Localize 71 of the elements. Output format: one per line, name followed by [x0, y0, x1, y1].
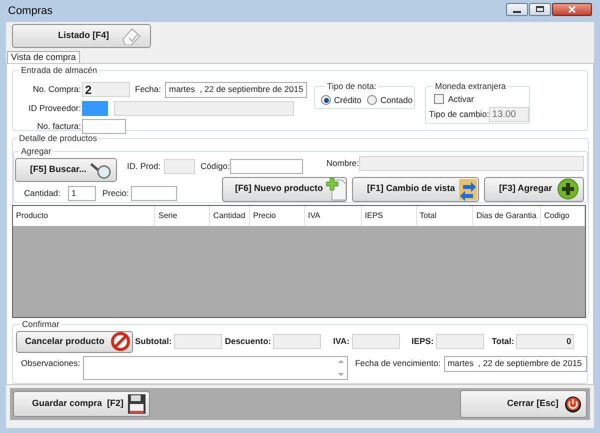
column-header[interactable]: Serie: [155, 206, 210, 226]
field-label: Tipo de cambio:: [429, 108, 490, 122]
close-form-button[interactable]: Cerrar [Esc]: [460, 390, 587, 418]
input-field[interactable]: [82, 118, 126, 134]
field-label: Fecha de vencimiento:: [355, 356, 441, 370]
checkbox[interactable]: [434, 94, 444, 104]
field-label: Observaciones:: [21, 356, 80, 370]
cancel-product-button[interactable]: Cancelar producto: [16, 330, 133, 353]
radio-option[interactable]: Contado: [367, 94, 413, 106]
column-header[interactable]: Producto: [13, 206, 156, 226]
radio-button[interactable]: [321, 95, 331, 106]
group-title: Agregar: [20, 144, 52, 158]
folder-arrows-icon: [458, 177, 478, 201]
total-label: Subtotal:: [135, 335, 172, 348]
column-header[interactable]: IVA: [304, 206, 362, 226]
add-button[interactable]: [F3] Agregar: [484, 176, 584, 202]
maximize-button[interactable]: [529, 2, 551, 16]
power-icon: [564, 395, 582, 413]
field-label: Activar: [448, 92, 474, 106]
amount-field: [273, 334, 322, 350]
clipboard-check-icon: [120, 27, 142, 45]
amount-field: [174, 334, 222, 350]
date-picker[interactable]: martes , 22 de septiembre de 2015: [444, 356, 587, 372]
input-field[interactable]: [230, 158, 303, 174]
field-label: No. factura:: [36, 120, 81, 133]
group-title: Tipo de nota:: [326, 80, 378, 92]
field-label: Precio:: [102, 186, 129, 200]
group-title: Moneda extranjera: [434, 80, 507, 92]
field-label: Cantidad:: [24, 186, 60, 200]
column-header[interactable]: IEPS: [362, 206, 417, 226]
total-label: Total:: [492, 335, 514, 348]
group-title: Detalle de productos: [18, 132, 98, 145]
document-plus-icon: [326, 177, 348, 201]
column-header[interactable]: Codigo: [541, 206, 585, 226]
amount-field: [352, 334, 400, 350]
save-button[interactable]: Guardar compra [F2]: [13, 391, 150, 417]
input-field[interactable]: [130, 186, 177, 200]
column-header[interactable]: Precio: [250, 206, 305, 226]
column-header[interactable]: Total: [416, 206, 474, 226]
plus-circle-icon: [557, 178, 579, 200]
search-button[interactable]: [F5] Buscar...: [15, 158, 117, 182]
radio-button[interactable]: [367, 95, 378, 106]
list-button[interactable]: Listado [F4]: [12, 24, 151, 48]
field-label: Fecha:: [135, 83, 162, 96]
group-title: Entrada de almacén: [20, 64, 98, 77]
close-button[interactable]: [552, 2, 592, 16]
column-header[interactable]: Dias de Garantia: [473, 206, 542, 226]
radio-option[interactable]: Crédito: [321, 94, 362, 106]
amount-field: [436, 334, 484, 350]
field-label: ID. Prod:: [127, 160, 161, 172]
prohibited-icon: [111, 332, 130, 352]
column-header[interactable]: Cantidad: [210, 206, 250, 226]
close-icon: [568, 6, 576, 12]
input-field[interactable]: [82, 100, 108, 116]
total-label: IEPS:: [412, 335, 434, 348]
window-title: Compras: [8, 4, 53, 19]
total-label: Descuento:: [224, 335, 272, 348]
new-product-button[interactable]: [F6] Nuevo producto: [222, 176, 347, 202]
tab[interactable]: Vista de compra: [7, 51, 80, 63]
notes-field[interactable]: [83, 356, 348, 380]
input-field[interactable]: 1: [68, 186, 96, 200]
group-title: Confirmar: [21, 318, 60, 331]
total-label: IVA:: [333, 335, 350, 348]
field-label: No. Compra:: [32, 83, 81, 96]
date-picker[interactable]: martes , 22 de septiembre de 2015: [165, 82, 307, 98]
amount-field: 0: [516, 334, 574, 350]
change-view-button[interactable]: [F1] Cambio de vista: [352, 176, 479, 202]
field-label: Nombre:: [326, 156, 359, 170]
field-label: ID Proveedor:: [28, 102, 81, 115]
minimize-button[interactable]: [506, 2, 528, 16]
field-label: Código:: [200, 160, 230, 172]
